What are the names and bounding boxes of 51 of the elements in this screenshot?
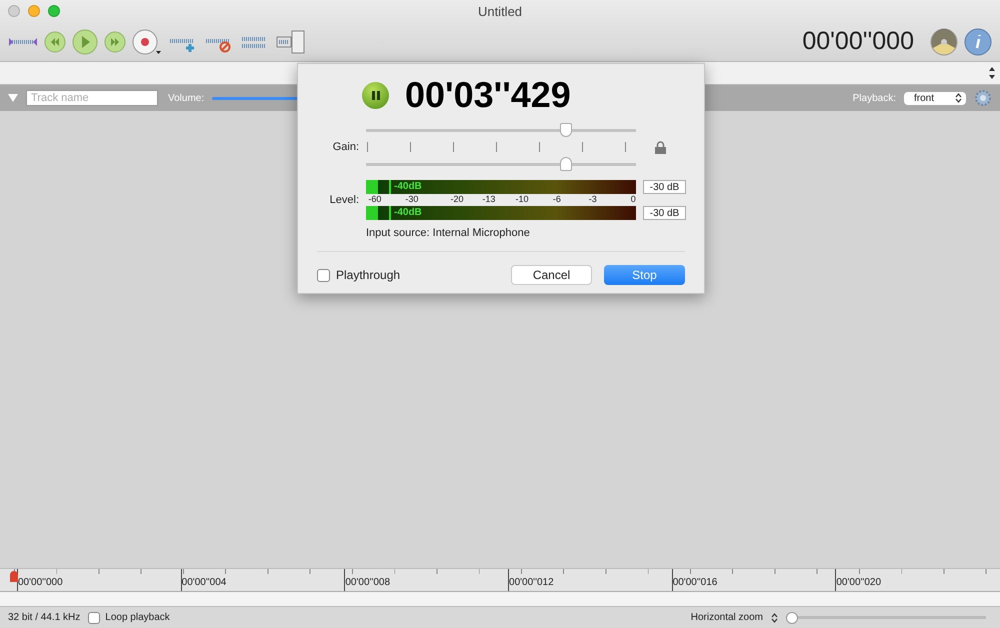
- zoom-button[interactable]: [48, 5, 60, 17]
- pause-button[interactable]: [362, 82, 389, 108]
- chevron-icon: [955, 93, 962, 103]
- gain-label: Gain:: [332, 141, 359, 153]
- pause-icon: [372, 90, 380, 100]
- input-source-text: Input source: Internal Microphone: [366, 227, 531, 239]
- info-icon[interactable]: [964, 28, 992, 56]
- scale-label: -13: [482, 194, 496, 204]
- scale-label: 0: [630, 194, 636, 204]
- playhead-marker[interactable]: [10, 571, 18, 582]
- recording-time: 00'03''429: [405, 74, 571, 116]
- peak-reading: -40dB: [394, 207, 422, 218]
- playback-value: front: [914, 92, 934, 104]
- scale-label: -30: [405, 194, 418, 204]
- rewind-icon[interactable]: [44, 30, 66, 52]
- record-icon[interactable]: [132, 28, 162, 54]
- peak-reading: -40dB: [394, 181, 422, 192]
- window-title: Untitled: [478, 4, 522, 18]
- play-icon[interactable]: [72, 28, 98, 54]
- burn-disc-icon[interactable]: [930, 28, 958, 56]
- settings-icon[interactable]: [974, 89, 992, 107]
- disclosure-triangle-icon[interactable]: [8, 94, 18, 102]
- scale-label: -60: [368, 194, 382, 204]
- scale-label: -20: [450, 194, 464, 204]
- cancel-button[interactable]: Cancel: [511, 265, 592, 285]
- scale-label: -6: [552, 194, 561, 204]
- playback-select[interactable]: front: [904, 92, 966, 104]
- stepper-icon[interactable]: [987, 65, 997, 81]
- level-value: -30 dB: [643, 206, 686, 220]
- fast-forward-icon[interactable]: [104, 30, 126, 52]
- playback-label: Playback:: [852, 92, 896, 104]
- loop-label: Loop playback: [105, 612, 170, 623]
- close-button[interactable]: [8, 5, 20, 17]
- gain-thumb[interactable]: [560, 157, 572, 171]
- volume-label: Volume:: [168, 92, 204, 104]
- zoom-thumb[interactable]: [786, 612, 798, 624]
- level-label: Level:: [328, 194, 359, 206]
- minimize-button[interactable]: [28, 5, 40, 17]
- lock-icon[interactable]: [655, 140, 666, 154]
- elapsed-time: 00'00''000: [802, 27, 914, 56]
- level-value: -30 dB: [643, 180, 686, 194]
- scale-label: -10: [516, 194, 529, 204]
- loop-checkbox[interactable]: [88, 612, 100, 624]
- gain-thumb[interactable]: [560, 123, 572, 137]
- playthrough-checkbox[interactable]: [317, 268, 330, 282]
- audio-format: 32 bit / 44.1 kHz: [8, 612, 80, 623]
- playthrough-label: Playthrough: [336, 268, 400, 282]
- chevron-icon: [771, 612, 778, 622]
- zoom-label: Horizontal zoom: [690, 612, 763, 623]
- scale-label: -3: [588, 194, 597, 204]
- track-name-field[interactable]: Track name: [26, 90, 158, 106]
